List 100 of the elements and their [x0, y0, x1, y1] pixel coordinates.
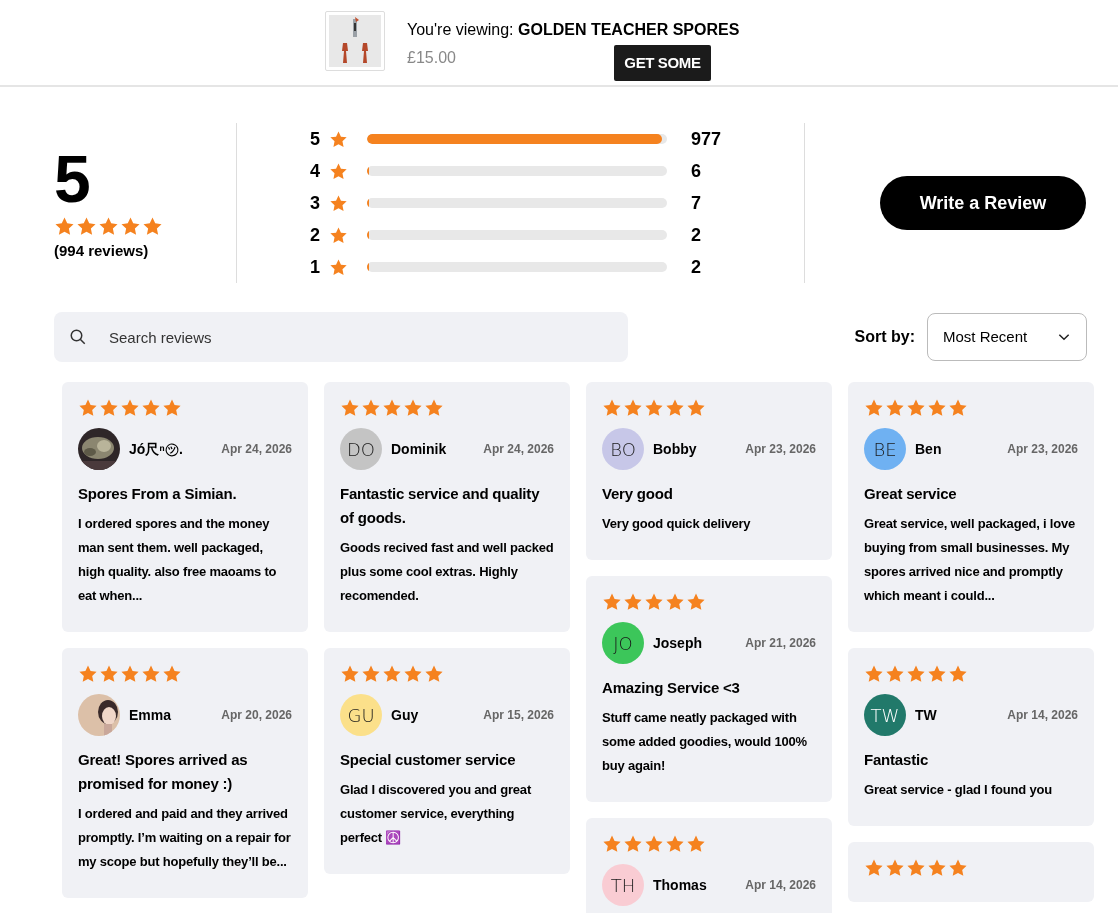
rating-label: 2 — [310, 223, 321, 247]
review-text: Stuff came neatly packaged with some added goodies, would 100% buy again! — [602, 709, 808, 775]
review-date: Apr 21, 2026 — [745, 635, 816, 652]
star-icon — [78, 398, 98, 418]
rating-count: 2 — [691, 255, 701, 279]
rating-count: 7 — [691, 191, 701, 215]
star-icon — [78, 664, 98, 684]
sort-label: Sort by: — [854, 327, 915, 347]
avatar: GU — [340, 694, 382, 736]
star-icon — [361, 398, 381, 418]
rating-label: 1 — [310, 255, 321, 279]
average-rating: 5 — [54, 143, 92, 214]
review-text: Goods recived fast and well packed plus some cool extras. Highly recomended. — [340, 539, 554, 605]
star-icon — [906, 664, 926, 684]
star-icon — [162, 664, 182, 684]
review-date: Apr 15, 2026 — [483, 707, 554, 724]
reviewer-name: Dominik — [391, 439, 447, 459]
star-icon — [948, 858, 968, 878]
review-date: Apr 14, 2026 — [745, 877, 816, 894]
star-icon — [927, 664, 947, 684]
star-icon — [403, 664, 423, 684]
avatar: DO — [340, 428, 382, 470]
star-icon — [329, 161, 348, 181]
star-icon — [142, 215, 163, 237]
review-date: Apr 20, 2026 — [221, 707, 292, 724]
write-review-button[interactable]: Write a Review — [880, 176, 1086, 230]
reviewer-name: Thomas — [653, 875, 707, 895]
star-icon — [340, 398, 360, 418]
review-title: Fantastic service and quality of goods. — [340, 484, 541, 528]
get-some-button[interactable]: GET SOME — [614, 45, 711, 81]
review-date: Apr 23, 2026 — [1007, 441, 1078, 458]
reviewer-name: Ben — [915, 439, 942, 459]
star-icon — [927, 398, 947, 418]
star-icon — [382, 664, 402, 684]
star-icon — [141, 398, 161, 418]
search-field[interactable]: Search reviews — [54, 312, 628, 362]
star-icon — [98, 215, 119, 237]
rating-count: 2 — [691, 223, 701, 247]
avatar: TW — [864, 694, 906, 736]
review-title: Special customer service — [340, 750, 517, 770]
star-icon — [424, 664, 444, 684]
avatar: BO — [602, 428, 644, 470]
avatar: BE — [864, 428, 906, 470]
rating-count: 977 — [691, 127, 722, 151]
search-icon — [69, 328, 87, 346]
review-title: Great service — [864, 484, 958, 504]
review-text: Glad I discovered you and great customer service, everything perfect ☮ — [340, 781, 533, 847]
star-icon — [885, 664, 905, 684]
star-icon — [76, 215, 97, 237]
review-title: Great! Spores arrived as promised for money :) — [78, 750, 249, 794]
product-price: £15.00 — [407, 48, 456, 68]
reviewer-name: Joseph — [653, 633, 702, 653]
viewing-text: You're viewing: GOLDEN TEACHER SPORES — [407, 20, 740, 40]
reviewer-name: Emma — [129, 705, 172, 725]
rating-count: 6 — [691, 159, 701, 183]
review-text: Great service - glad I found you — [864, 781, 1053, 799]
star-icon — [54, 215, 75, 237]
star-icon — [382, 398, 402, 418]
star-icon — [686, 398, 706, 418]
sort-dropdown[interactable]: Most Recent — [927, 313, 1087, 361]
star-icon — [403, 398, 423, 418]
review-text: I ordered and paid and they arrived promptly. I’m waiting on a repair for my scope but hopefully they’ll be... — [78, 805, 292, 871]
review-date: Apr 24, 2026 — [221, 441, 292, 458]
star-icon — [329, 129, 348, 149]
star-icon — [864, 664, 884, 684]
rating-label: 3 — [310, 191, 321, 215]
star-icon — [602, 398, 622, 418]
review-date: Apr 14, 2026 — [1007, 707, 1078, 724]
star-icon — [948, 664, 968, 684]
star-icon — [665, 398, 685, 418]
reviewer-name: TW — [915, 705, 937, 725]
review-title: Amazing Service <3 — [602, 678, 741, 698]
star-icon — [141, 664, 161, 684]
review-title: Very good — [602, 484, 674, 504]
star-icon — [623, 834, 643, 854]
reviewer-name: Bobby — [653, 439, 697, 459]
star-icon — [864, 858, 884, 878]
star-icon — [329, 225, 348, 245]
star-icon — [361, 664, 381, 684]
star-icon — [623, 398, 643, 418]
star-icon — [906, 398, 926, 418]
star-icon — [329, 257, 348, 277]
star-icon — [162, 398, 182, 418]
star-icon — [99, 664, 119, 684]
star-icon — [885, 858, 905, 878]
star-icon — [885, 398, 905, 418]
star-icon — [602, 592, 622, 612]
star-icon — [99, 398, 119, 418]
avatar: JO — [602, 622, 644, 664]
star-icon — [665, 592, 685, 612]
star-icon — [329, 193, 348, 213]
star-icon — [424, 398, 444, 418]
review-count: (994 reviews) — [54, 240, 150, 261]
rating-label: 4 — [310, 159, 321, 183]
star-icon — [644, 834, 664, 854]
avatar: TH — [602, 864, 644, 906]
review-text: I ordered spores and the money man sent them. well packaged, high quality. also free maoams to eat when... — [78, 515, 278, 605]
star-icon — [644, 592, 664, 612]
rating-label: 5 — [310, 127, 321, 151]
star-icon — [948, 398, 968, 418]
